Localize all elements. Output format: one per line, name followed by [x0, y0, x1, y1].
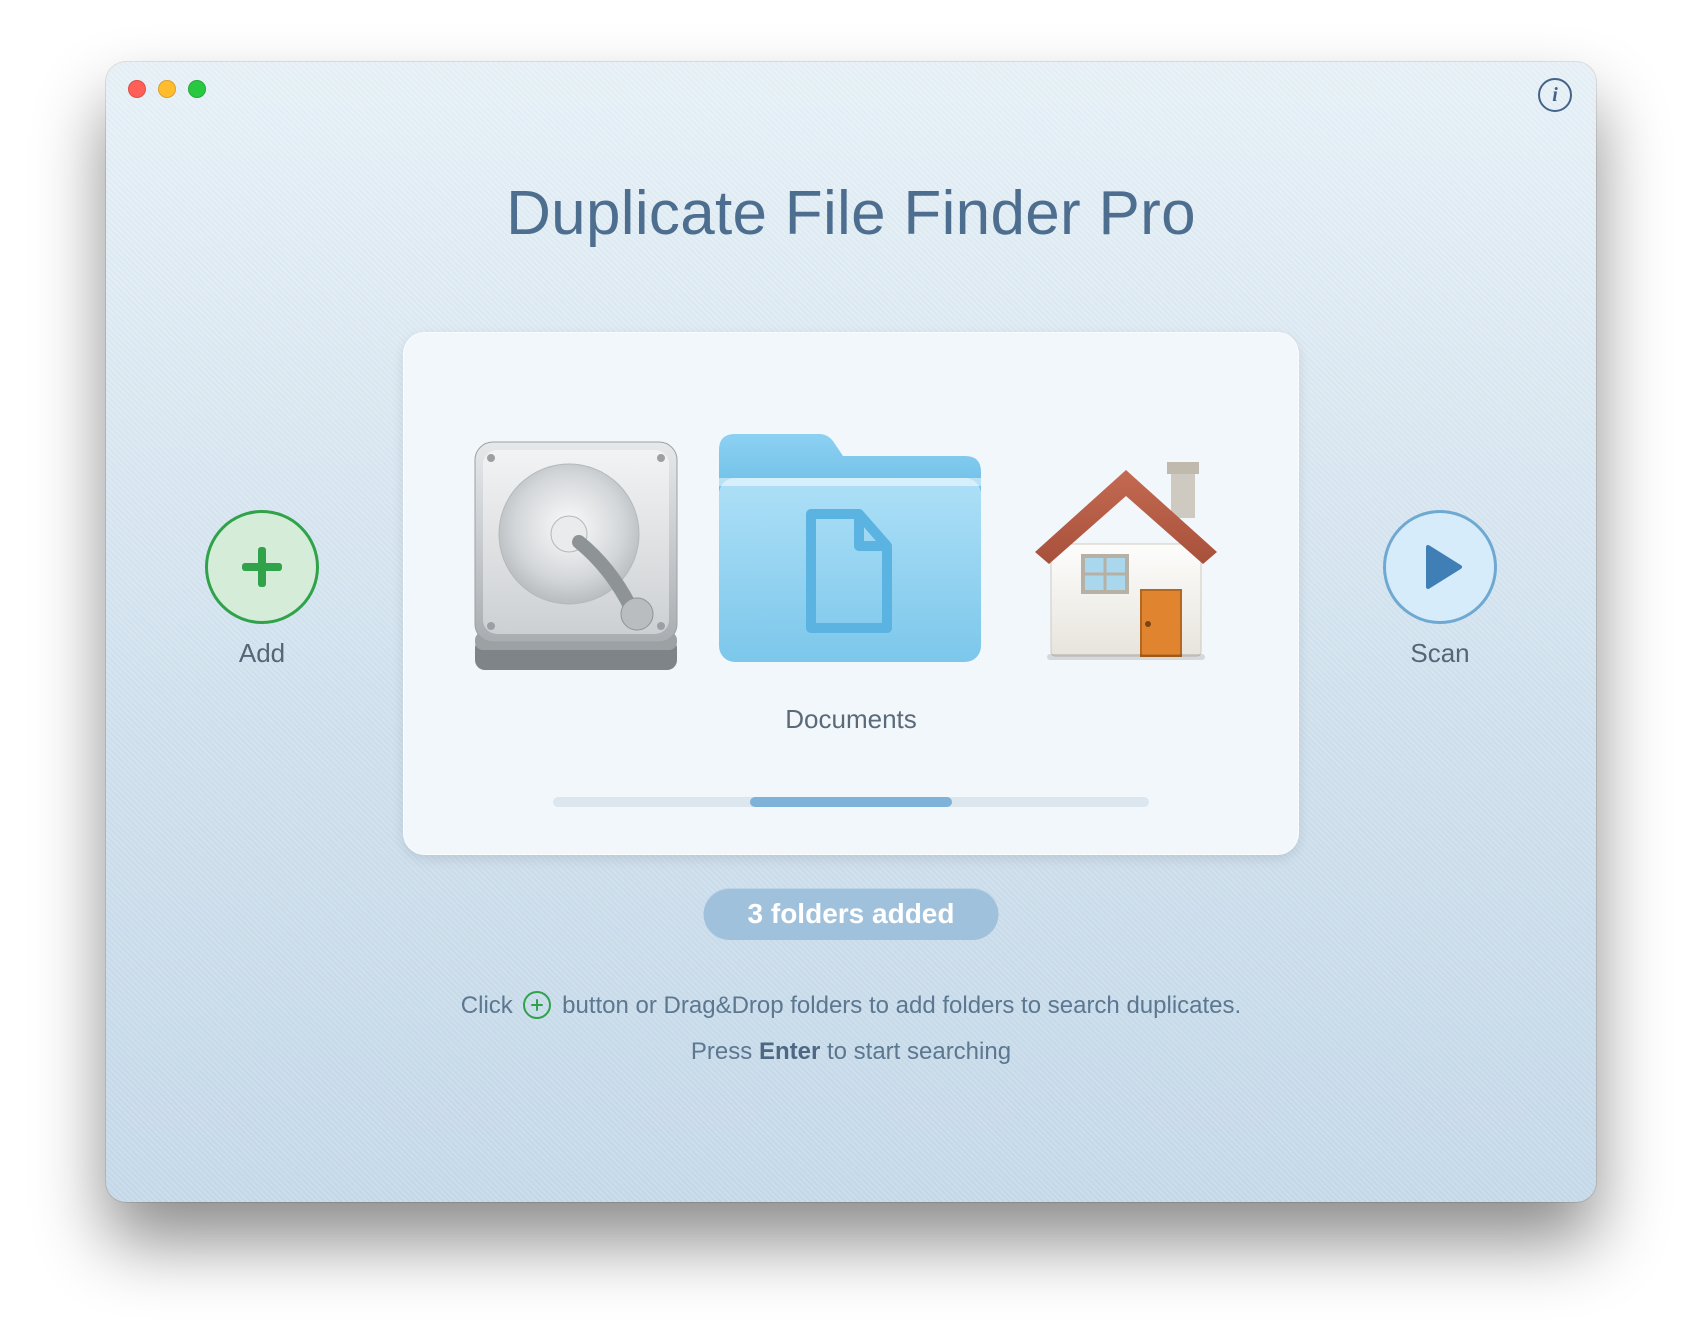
- hint-line-1-post: button or Drag&Drop folders to add folde…: [562, 992, 1241, 1019]
- hint-line-2: Press Enter to start searching: [106, 1038, 1596, 1066]
- scan-button-group: Scan: [1380, 510, 1500, 669]
- folder-icon[interactable]: [701, 398, 1001, 678]
- add-button-group: Add: [202, 510, 322, 669]
- info-icon: i: [1552, 85, 1558, 105]
- scan-button[interactable]: [1383, 510, 1497, 624]
- locations-scrollbar-track[interactable]: [553, 797, 1149, 807]
- add-button-label: Add: [239, 638, 285, 669]
- play-icon: [1424, 543, 1464, 591]
- selected-locations-row: [403, 398, 1299, 678]
- hint-line-1-pre: Click: [461, 992, 520, 1019]
- scan-button-label: Scan: [1410, 638, 1469, 669]
- close-window-button[interactable]: [128, 80, 146, 98]
- titlebar: i: [106, 62, 1596, 114]
- inline-plus-icon: [523, 991, 551, 1019]
- app-title: Duplicate File Finder Pro: [106, 178, 1596, 249]
- harddrive-icon[interactable]: [461, 418, 691, 678]
- hint-line-2-pre: Press: [691, 1038, 759, 1065]
- app-window: i Duplicate File Finder Pro Add Scan: [106, 62, 1596, 1202]
- selected-location-label: Documents: [403, 704, 1299, 735]
- home-icon[interactable]: [1011, 418, 1241, 678]
- add-button[interactable]: [205, 510, 319, 624]
- plus-icon: [238, 543, 286, 591]
- hint-line-1: Click button or Drag&Drop folders to add…: [106, 992, 1596, 1021]
- zoom-window-button[interactable]: [188, 80, 206, 98]
- drop-zone-card[interactable]: Documents: [403, 332, 1299, 855]
- locations-scrollbar-thumb[interactable]: [750, 797, 953, 807]
- info-button[interactable]: i: [1538, 78, 1572, 112]
- window-controls: [128, 80, 206, 98]
- status-pill: 3 folders added: [704, 888, 999, 940]
- hint-line-2-bold: Enter: [759, 1038, 820, 1065]
- minimize-window-button[interactable]: [158, 80, 176, 98]
- hint-line-2-post: to start searching: [820, 1038, 1011, 1065]
